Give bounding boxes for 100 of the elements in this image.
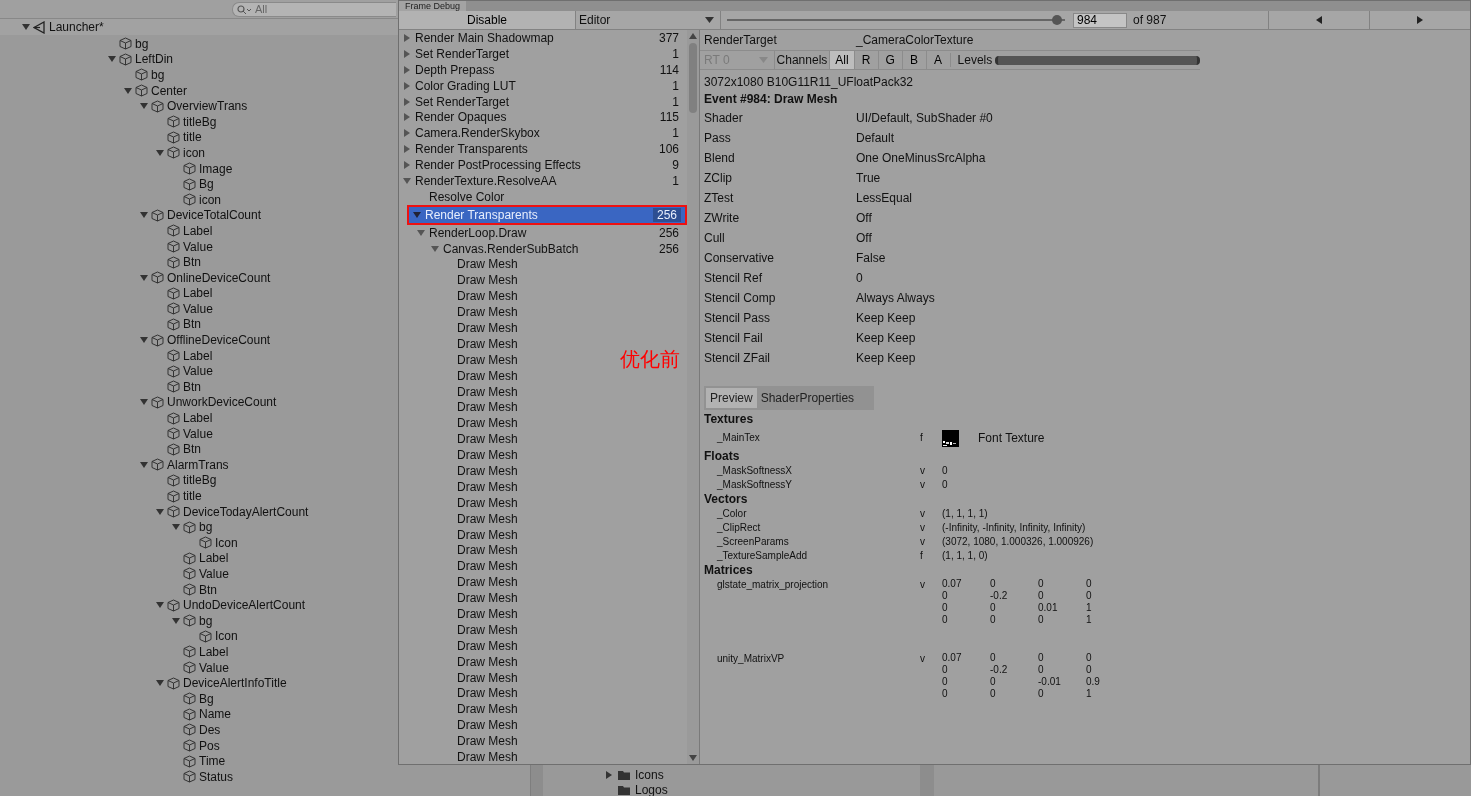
event-row[interactable]: Camera.RenderSkybox 1 [399,125,687,142]
event-row[interactable]: Draw Mesh [399,447,518,464]
hierarchy-item[interactable]: Pos [199,738,220,753]
expanded-arrow-icon[interactable] [140,273,148,282]
hierarchy-item[interactable]: Btn [183,255,201,270]
event-row[interactable]: Render Transparents 256 [409,206,685,223]
collapsed-arrow-icon[interactable] [403,49,411,58]
scroll-up-icon[interactable] [689,33,697,39]
target-dropdown[interactable]: Editor [576,11,721,29]
event-row[interactable]: Draw Mesh [399,478,518,495]
hierarchy-item[interactable]: Btn [183,317,201,332]
hierarchy-item[interactable]: DeviceTotalCount [167,208,262,223]
slider-thumb[interactable] [1051,15,1062,25]
event-row[interactable]: Draw Mesh [399,494,518,511]
hierarchy-item[interactable]: Label [199,551,229,566]
hierarchy-item[interactable]: Value [183,364,213,379]
hierarchy-item[interactable]: Btn [199,582,217,597]
event-row[interactable]: Draw Mesh [399,304,518,321]
event-row[interactable]: Draw Mesh [399,749,518,765]
hierarchy-item[interactable]: Label [183,411,213,426]
event-row[interactable]: Draw Mesh [399,510,518,527]
event-row[interactable]: Draw Mesh [399,542,518,559]
event-row[interactable]: Render Main Shadowmap 377 [399,30,687,46]
collapsed-arrow-icon[interactable] [403,65,411,74]
event-row[interactable]: Draw Mesh [399,621,518,638]
event-row[interactable]: Draw Mesh [399,637,518,654]
hierarchy-item[interactable]: title [183,489,202,503]
expanded-arrow-icon[interactable] [403,176,411,185]
event-row[interactable]: Draw Mesh [399,606,518,622]
hierarchy-item[interactable]: bg [135,36,149,51]
hierarchy-item[interactable]: Status [199,769,234,784]
event-row[interactable]: Draw Mesh [399,653,518,670]
hierarchy-item[interactable]: Center [151,83,188,98]
scrollbar-track[interactable] [687,30,699,764]
expanded-arrow-icon[interactable] [413,210,421,219]
event-row[interactable]: Draw Mesh [399,558,518,575]
hierarchy-item[interactable]: Icon [215,629,238,644]
event-row[interactable]: Draw Mesh [399,717,518,734]
collapsed-arrow-icon[interactable] [403,129,411,138]
window-tab[interactable]: Frame Debug [399,1,467,11]
expanded-arrow-icon[interactable] [140,398,148,407]
hierarchy-item[interactable]: OverviewTrans [167,99,248,114]
event-row[interactable]: Draw Mesh [399,685,518,702]
event-row[interactable]: Draw Mesh [399,288,518,305]
hierarchy-item[interactable]: UnworkDeviceCount [167,395,277,410]
hierarchy-item[interactable]: bg [151,68,165,82]
event-row[interactable]: Draw Mesh [399,701,518,718]
event-field[interactable]: 984 [1073,12,1127,28]
collapsed-arrow-icon[interactable] [403,113,411,122]
hierarchy-item[interactable]: Des [199,722,221,737]
event-row[interactable]: Render PostProcessing Effects 9 [399,157,687,173]
expanded-arrow-icon[interactable] [22,23,30,31]
channel-toggle[interactable]: All [829,51,854,69]
event-row[interactable]: Depth Prepass 114 [399,61,687,78]
hierarchy-item[interactable]: Bg [199,691,214,706]
event-row[interactable]: Draw Mesh [399,733,518,750]
hierarchy-item[interactable]: Time [199,754,226,769]
hierarchy-item[interactable]: bg [199,520,213,535]
hierarchy-item[interactable]: Value [199,660,229,675]
hierarchy-item[interactable]: title [183,130,202,145]
expanded-arrow-icon[interactable] [140,211,148,220]
collapsed-arrow-icon[interactable] [403,161,411,170]
event-row[interactable]: RenderLoop.Draw 256 [399,224,687,241]
expanded-arrow-icon[interactable] [156,601,164,610]
scroll-down-icon[interactable] [689,755,697,761]
expanded-arrow-icon[interactable] [124,86,132,95]
hierarchy-item[interactable]: Label [183,348,213,363]
hierarchy-item[interactable]: Value [183,301,213,316]
folder-item[interactable]: Icons [635,767,664,782]
hierarchy-item[interactable]: Value [183,239,213,254]
hierarchy-item[interactable]: Launcher* [49,20,104,34]
hierarchy-item[interactable]: titleBg [183,114,217,129]
event-row[interactable]: Draw Mesh [399,335,518,352]
scrollbar-thumb[interactable] [689,43,697,113]
hierarchy-item[interactable]: OfflineDeviceCount [167,333,271,348]
folder-item[interactable]: Logos [635,782,668,796]
collapsed-arrow-icon[interactable] [403,33,411,42]
expanded-arrow-icon[interactable] [140,102,148,111]
hierarchy-item[interactable]: DeviceTodayAlertCount [183,504,309,519]
event-row[interactable]: Canvas.RenderSubBatch 256 [399,240,687,257]
event-row[interactable]: Color Grading LUT 1 [399,77,687,94]
expanded-arrow-icon[interactable] [156,148,164,157]
hierarchy-item[interactable]: Name [199,707,231,722]
hierarchy-item[interactable]: bg [199,613,213,628]
expanded-arrow-icon[interactable] [172,523,180,532]
event-row[interactable]: Draw Mesh [399,463,518,479]
expanded-arrow-icon[interactable] [140,460,148,469]
hierarchy-item[interactable]: Value [199,567,229,581]
hierarchy-item[interactable]: Bg [199,177,214,192]
event-row[interactable]: Resolve Color [399,188,505,205]
collapsed-arrow-icon[interactable] [605,770,613,779]
hierarchy-item[interactable]: UndoDeviceAlertCount [183,598,306,613]
event-row[interactable]: Set RenderTarget 1 [399,93,687,110]
event-row[interactable]: Draw Mesh [399,431,518,448]
hierarchy-item[interactable]: DeviceAlertInfoTitle [183,676,287,691]
tab[interactable]: Preview [706,388,757,408]
expanded-arrow-icon[interactable] [140,336,148,345]
hierarchy-item[interactable]: LeftDin [135,52,174,67]
hierarchy-item[interactable]: Label [183,223,213,238]
event-row[interactable]: Draw Mesh [399,415,518,432]
